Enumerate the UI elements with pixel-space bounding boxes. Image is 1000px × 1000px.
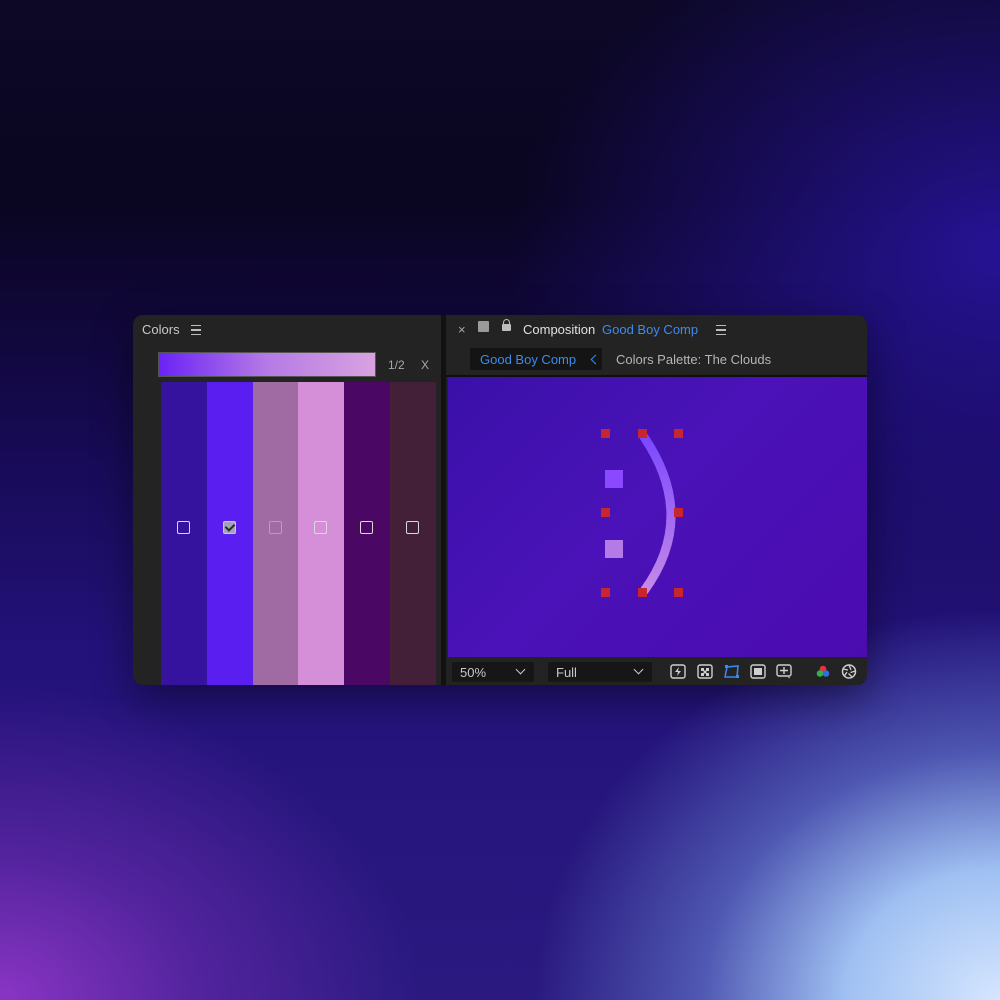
resolution-value: Full [556, 665, 577, 680]
composition-label: Composition [523, 322, 596, 337]
swatch-checkbox[interactable] [360, 521, 374, 534]
fast-previews-icon[interactable] [670, 664, 686, 679]
tab-label: Good Boy Comp [480, 352, 577, 367]
zoom-dropdown[interactable]: 50% [452, 662, 534, 682]
composition-name: Good Boy Comp [602, 322, 699, 337]
palette-gradient-bar[interactable] [158, 352, 376, 377]
swatch-checkbox[interactable] [406, 521, 420, 534]
composition-panel-header: × Composition Good Boy Comp [446, 315, 867, 345]
panel-toggle-icon[interactable] [478, 321, 489, 332]
eye-top-shape[interactable] [605, 470, 623, 488]
color-swatch[interactable] [206, 382, 253, 685]
color-swatch[interactable] [344, 382, 391, 685]
handle-bottom-right [674, 588, 683, 597]
zoom-value: 50% [460, 665, 487, 680]
transparency-grid-icon[interactable] [697, 664, 713, 679]
handle-top-left [601, 429, 610, 438]
handle-middle-right [674, 508, 683, 517]
swatch-checkbox[interactable] [268, 521, 282, 534]
viewer-toolbar: 50% Full [446, 657, 867, 685]
handle-top-right [674, 429, 683, 438]
handle-top-center [638, 429, 647, 438]
composition-panel: × Composition Good Boy Comp Good Boy Com… [446, 315, 867, 685]
app-window: Colors 1/2 X × Composition Good Boy Comp… [133, 315, 867, 685]
color-swatch[interactable] [298, 382, 345, 685]
composition-viewer[interactable] [448, 377, 867, 657]
smile-shape[interactable] [639, 432, 676, 596]
eye-bottom-shape[interactable] [605, 540, 623, 558]
composition-menu-icon[interactable] [716, 325, 726, 335]
colors-panel-header: Colors [133, 315, 441, 345]
panel-menu-icon[interactable] [191, 325, 201, 335]
palette-page-indicator: 1/2 [388, 358, 405, 372]
handle-middle-left [601, 508, 610, 517]
swatch-checkbox[interactable] [222, 521, 236, 534]
color-swatch[interactable] [161, 382, 207, 685]
chevron-left-icon[interactable] [590, 354, 601, 365]
color-swatch[interactable] [252, 382, 299, 685]
region-of-interest-icon[interactable] [750, 664, 766, 679]
swatch-checkbox[interactable] [314, 521, 328, 534]
resolution-dropdown[interactable]: Full [548, 662, 652, 682]
close-panel-button[interactable]: × [458, 322, 466, 337]
guides-grid-icon[interactable] [776, 664, 792, 679]
color-swatch[interactable] [390, 382, 436, 685]
colors-panel-title: Colors [142, 322, 180, 337]
chevron-down-icon [633, 664, 644, 675]
color-swatches [161, 382, 436, 685]
snapshot-icon[interactable] [841, 664, 857, 679]
lock-icon[interactable] [502, 319, 511, 331]
handle-bottom-left [601, 588, 610, 597]
color-channels-icon[interactable] [815, 664, 831, 679]
tab-good-boy-comp[interactable]: Good Boy Comp [470, 348, 602, 370]
chevron-down-icon [515, 664, 526, 675]
mask-path-icon[interactable] [724, 664, 740, 679]
colors-panel: Colors 1/2 X [133, 315, 441, 685]
swatch-checkbox[interactable] [176, 521, 190, 534]
handle-bottom-center [638, 588, 647, 597]
comp-canvas [601, 429, 683, 597]
tab-colors-palette[interactable]: Colors Palette: The Clouds [616, 352, 771, 367]
palette-close-button[interactable]: X [421, 358, 429, 372]
composition-tabs: Good Boy Comp Colors Palette: The Clouds [446, 347, 867, 371]
